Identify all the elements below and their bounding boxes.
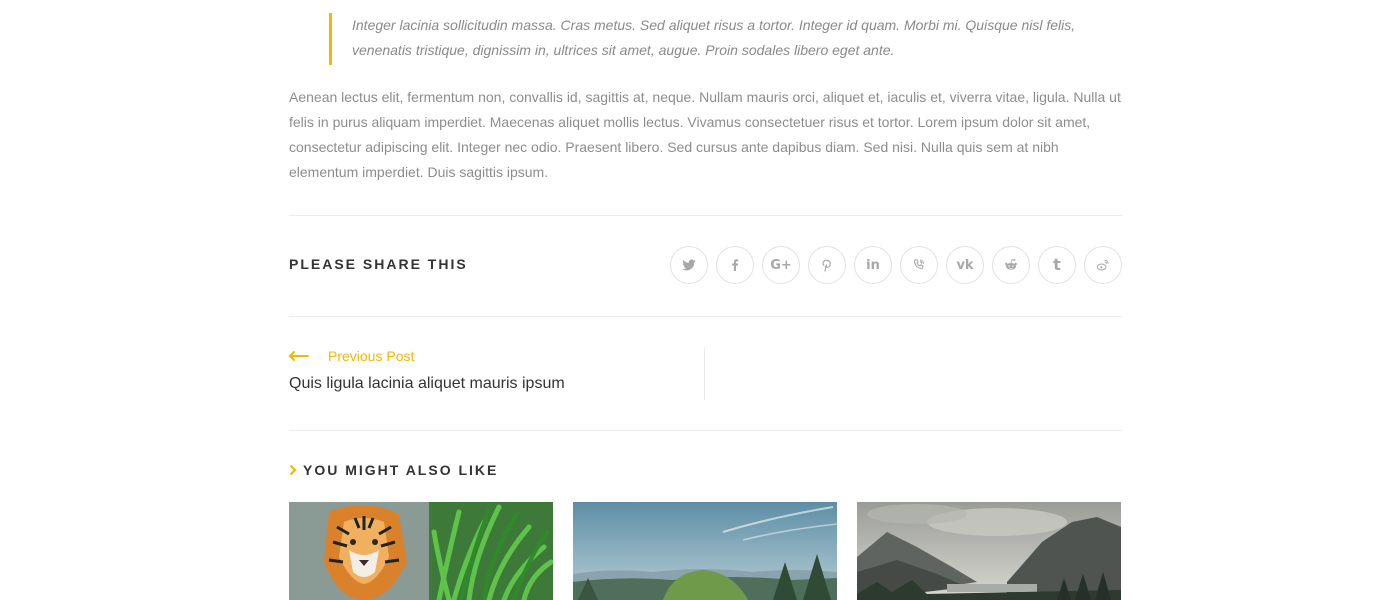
previous-post-label: Previous Post (328, 348, 415, 364)
arrow-left-icon (289, 351, 309, 361)
related-heading-text: YOU MIGHT ALSO LIKE (303, 462, 499, 478)
divider (289, 215, 1122, 216)
share-buttons: G+ in vk t (670, 246, 1122, 284)
viber-icon (913, 259, 925, 270)
pinterest-icon (822, 259, 831, 272)
share-pinterest-button[interactable] (808, 246, 846, 284)
share-tumblr-button[interactable]: t (1038, 246, 1076, 284)
share-heading: PLEASE SHARE THIS (289, 256, 468, 272)
tiger-photo (289, 502, 553, 600)
reddit-icon (1005, 259, 1017, 270)
related-posts-grid (289, 502, 1121, 600)
page: Integer lacinia sollicitudin massa. Cras… (0, 0, 1400, 600)
related-post-thumbnail-forest[interactable] (573, 502, 837, 600)
weibo-icon (1096, 259, 1109, 271)
facebook-icon (732, 259, 739, 271)
share-vk-button[interactable]: vk (946, 246, 984, 284)
forest-hills-photo (573, 502, 837, 600)
vk-icon: vk (956, 257, 974, 273)
previous-post-title: Quis ligula lacinia aliquet mauris ipsum (289, 375, 565, 392)
nav-separator (704, 347, 705, 400)
blockquote: Integer lacinia sollicitudin massa. Cras… (329, 13, 1089, 65)
chevron-right-icon (289, 464, 297, 476)
tumblr-icon: t (1053, 255, 1061, 274)
share-twitter-button[interactable] (670, 246, 708, 284)
divider (289, 430, 1122, 431)
mountain-lake-photo (857, 502, 1121, 600)
share-weibo-button[interactable] (1084, 246, 1122, 284)
google-plus-icon: G+ (770, 257, 792, 273)
share-facebook-button[interactable] (716, 246, 754, 284)
share-reddit-button[interactable] (992, 246, 1030, 284)
related-post-thumbnail-mountains[interactable] (857, 502, 1121, 600)
linkedin-icon: in (866, 257, 880, 273)
share-linkedin-button[interactable]: in (854, 246, 892, 284)
article-paragraph: Aenean lectus elit, fermentum non, conva… (289, 89, 1121, 180)
previous-post-link[interactable]: Previous Post Quis ligula lacinia alique… (289, 347, 704, 400)
post-navigation: Previous Post Quis ligula lacinia alique… (289, 347, 1122, 400)
divider (289, 316, 1122, 317)
related-post-thumbnail-tiger[interactable] (289, 502, 553, 600)
share-viber-button[interactable] (900, 246, 938, 284)
related-posts-heading: YOU MIGHT ALSO LIKE (289, 462, 498, 478)
twitter-icon (682, 259, 696, 271)
share-google-plus-button[interactable]: G+ (762, 246, 800, 284)
